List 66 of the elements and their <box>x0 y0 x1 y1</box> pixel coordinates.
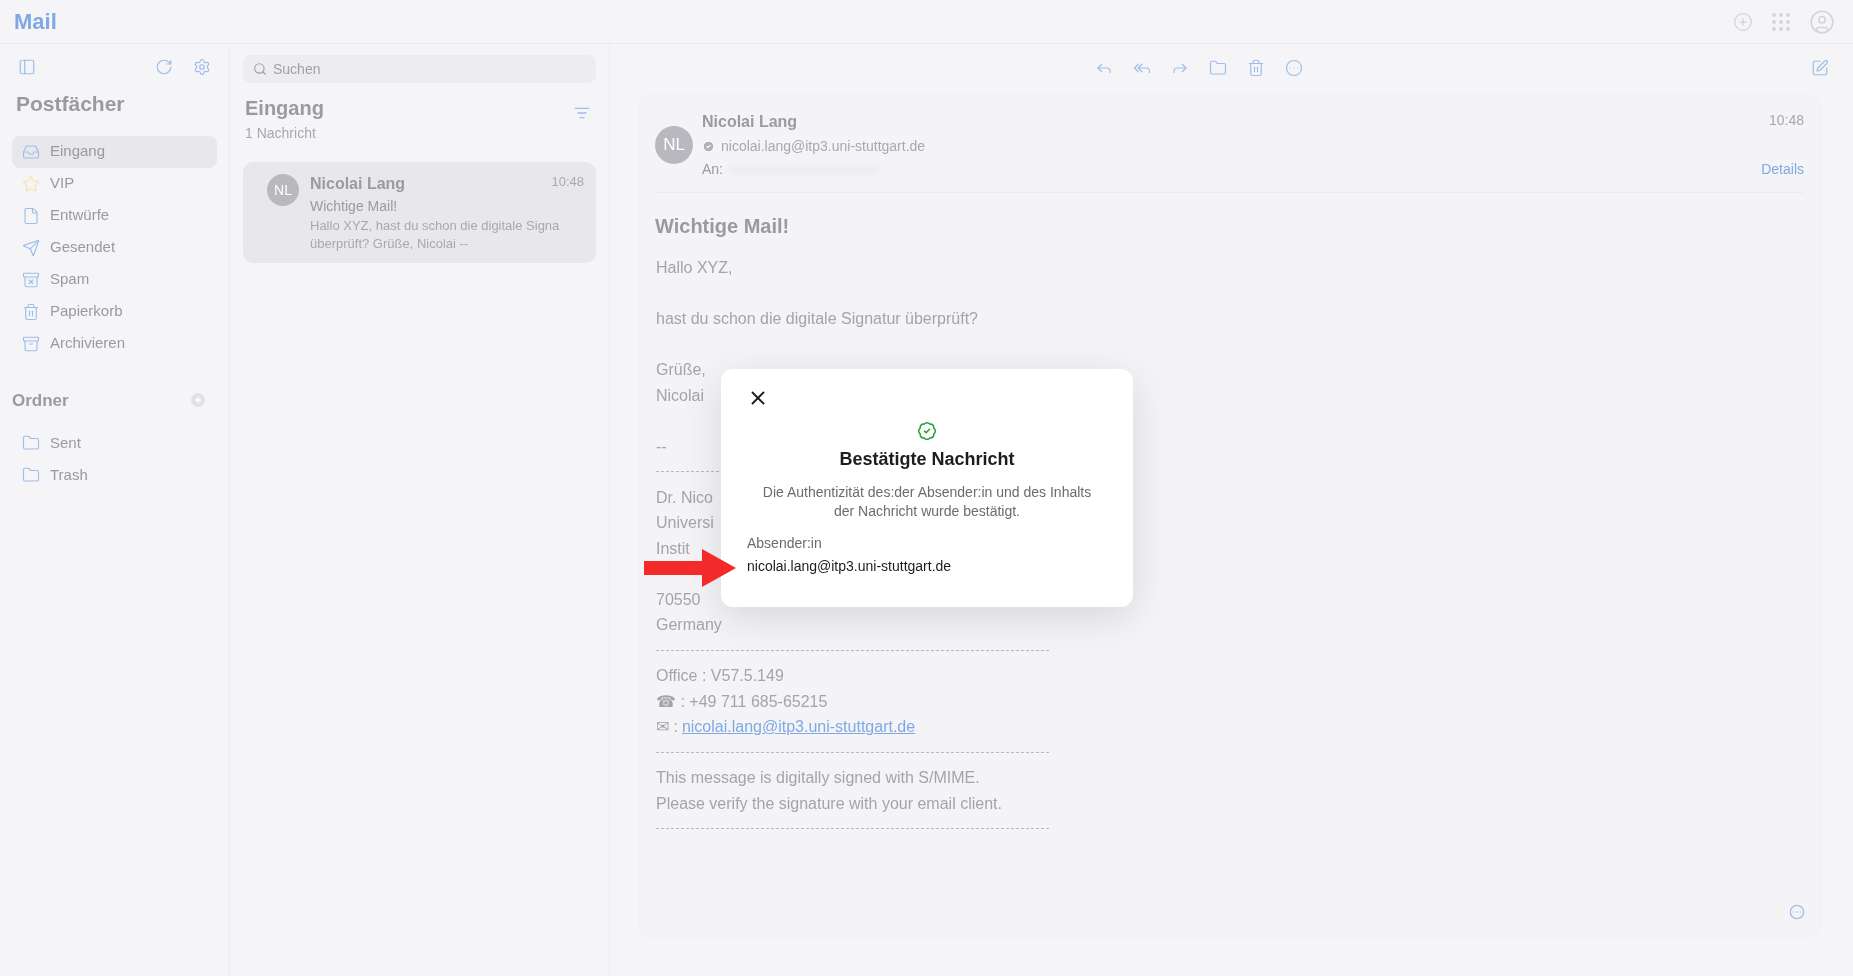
message-card[interactable]: NL Nicolai Lang 10:48 Wichtige Mail! Hallo XYZ, hast du schon die digitale Signa überprüft? Grüße, Nicolai -- <box>243 162 596 263</box>
add-icon[interactable] <box>1733 11 1753 32</box>
sender-name: Nicolai Lang <box>702 112 798 132</box>
add-folder-icon[interactable] <box>191 393 205 408</box>
dialog-description: Die Authentizität des:der Absender:in und des Inhalts der Nachricht wurde bestätigt. <box>761 483 1093 521</box>
body-line: Nicolai <box>656 385 704 406</box>
more-icon[interactable] <box>1789 904 1805 920</box>
app-title: Mail <box>14 8 57 36</box>
mailbox-item[interactable]: Entwürfe <box>12 199 217 232</box>
avatar: NL <box>267 174 299 206</box>
mailbox-item[interactable]: Archivieren <box>12 327 217 360</box>
message-count: 1 Nachricht <box>245 124 317 143</box>
paper-plane-icon <box>22 238 40 257</box>
body-line: Universi <box>656 513 714 533</box>
archive-icon <box>22 334 40 353</box>
avatar: NL <box>655 126 693 164</box>
body-line: This message is digitally signed with S/MIME. <box>656 768 980 788</box>
search-field[interactable]: Suchen <box>243 55 596 83</box>
spam-box-icon <box>22 270 40 289</box>
folders-heading: Ordner <box>12 389 69 412</box>
filter-icon[interactable] <box>574 105 590 121</box>
body-line: Please verify the signature with your email client. <box>656 793 1002 814</box>
list-title: Eingang <box>245 96 324 121</box>
folder-item[interactable]: Sent <box>12 427 217 459</box>
sender-email: nicolai.lang@itp3.uni-stuttgart.de <box>721 137 926 156</box>
message-subject: Wichtige Mail! <box>655 214 791 239</box>
mailbox-item[interactable]: VIP <box>12 167 217 200</box>
mailbox-item[interactable]: Spam <box>12 263 217 296</box>
folder-item[interactable]: Trash <box>12 459 217 491</box>
message-preview: überprüft? Grüße, Nicolai -- <box>310 235 470 253</box>
verified-badge-icon <box>917 421 937 441</box>
mailbox-item[interactable]: Gesendet <box>12 231 217 264</box>
user-avatar-icon[interactable] <box>1809 8 1835 35</box>
sender-email: nicolai.lang@itp3.uni-stuttgart.de <box>747 557 952 576</box>
recipient-label: An: <box>702 160 723 179</box>
body-line: Instit <box>656 538 690 559</box>
body-line: ☎ : +49 711 685-65215 <box>656 691 828 712</box>
mailboxes-heading: Postfächer <box>15 91 126 117</box>
message-subject: Wichtige Mail! <box>310 197 399 216</box>
folder-icon <box>22 434 40 452</box>
message-preview: Hallo XYZ, hast du schon die digitale Signa <box>310 217 561 235</box>
message-time: 10:48 <box>551 173 584 191</box>
body-line: Grüße, <box>656 360 706 380</box>
body-line: Hallo XYZ, <box>656 258 733 278</box>
verified-check-icon[interactable] <box>702 140 715 153</box>
inbox-icon <box>22 142 40 161</box>
mailbox-item[interactable]: Papierkorb <box>12 295 217 328</box>
message-time: 10:48 <box>1768 111 1804 130</box>
mailbox-item[interactable]: Eingang <box>12 135 217 168</box>
body-line: Office : V57.5.149 <box>656 666 784 686</box>
body-line: 70550 <box>656 589 701 610</box>
dialog-title: Bestätigte Nachricht <box>839 448 1015 471</box>
details-link[interactable]: Details <box>1761 159 1804 180</box>
sender-label: Absender:in <box>747 534 823 553</box>
body-line: -- <box>656 436 667 457</box>
document-icon <box>22 206 40 225</box>
trash-icon <box>22 302 40 321</box>
sender-name: Nicolai Lang <box>310 174 406 194</box>
search-icon <box>253 62 267 76</box>
star-icon <box>22 174 40 193</box>
body-line: hast du schon die digitale Signatur überprüft? <box>656 309 978 329</box>
body-line: Germany <box>656 615 722 635</box>
body-line: Dr. Nico <box>656 487 713 508</box>
email-link[interactable]: nicolai.lang@itp3.uni-stuttgart.de <box>681 714 916 740</box>
body-line: ✉ : <box>656 717 678 737</box>
folder-icon <box>22 466 40 484</box>
